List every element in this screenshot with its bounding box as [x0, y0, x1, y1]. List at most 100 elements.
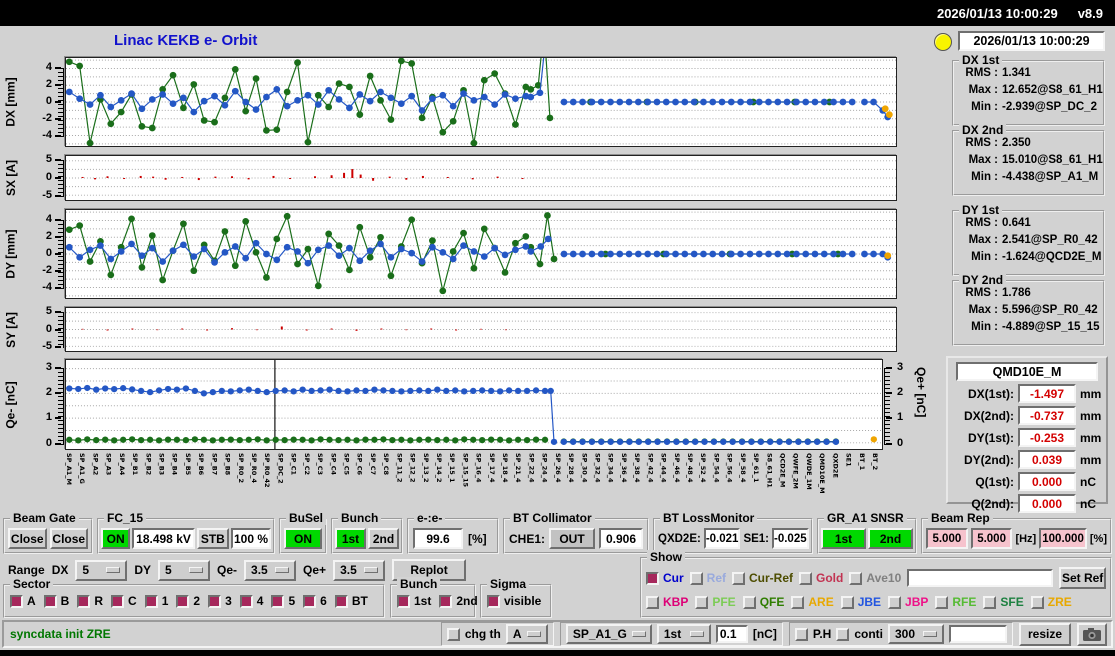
stat-row: RMS : 1.786 — [958, 287, 1101, 299]
show-checkbox-gold[interactable] — [799, 571, 813, 585]
dropdown-glyph — [364, 567, 379, 573]
sector-checkbox-4[interactable] — [239, 594, 253, 608]
stat-row-value: -2.939@SP_DC_2 — [1002, 101, 1097, 113]
bunch-dropdown[interactable]: 1st — [656, 624, 711, 644]
bunch-view-checkbox-1st[interactable] — [397, 594, 410, 608]
sector-checkbox-6[interactable] — [303, 594, 317, 608]
beam-gate-close2-button[interactable]: Close — [49, 528, 88, 549]
sector-item-4: 4 — [239, 594, 263, 608]
show-checkbox-rfe[interactable] — [935, 595, 949, 609]
fc15-stb-button[interactable]: STB — [196, 528, 229, 549]
ylabel-dy: DY [mm] — [0, 209, 22, 299]
ytick-dy: 4 — [45, 212, 52, 225]
ph-checkbox[interactable] — [794, 627, 808, 641]
stat-group-dx-2nd: DX 2nd RMS : 2.350 Max : 15.010@S8_61_H1 Min … — [952, 123, 1105, 196]
chg-th-checkbox[interactable] — [446, 627, 460, 641]
range-qe--dropdown[interactable]: 3.5 — [244, 559, 297, 581]
show-checkbox-pfe[interactable] — [695, 595, 709, 609]
show-checkbox-cur[interactable] — [646, 571, 659, 585]
fc15-title: FC_15 — [104, 511, 147, 525]
beam-gate-close1-button[interactable]: Close — [8, 528, 47, 549]
resize-button[interactable]: resize — [1019, 622, 1071, 646]
sigma-visible-checkbox[interactable] — [487, 594, 500, 608]
bt-collimator-title: BT Collimator — [510, 511, 595, 525]
che1-label: CHE1: — [509, 531, 546, 546]
sector-checkbox-bt[interactable] — [334, 594, 348, 608]
bpm-label: SP_B5 — [183, 453, 192, 476]
sector-checkbox-a[interactable] — [10, 594, 23, 608]
sector-checkbox-2[interactable] — [176, 594, 190, 608]
show-label: Ave10 — [866, 571, 902, 585]
show-checkbox-ave10[interactable] — [849, 571, 863, 585]
sector-checkbox-c[interactable] — [111, 594, 125, 608]
monitor-row: Q(1st): 0.000 nC — [952, 472, 1102, 491]
yaxis-right-line — [884, 367, 885, 445]
bunch-2nd-button[interactable]: 2nd — [368, 528, 399, 549]
bars-sy — [81, 326, 507, 331]
sector-checkbox-5[interactable] — [271, 594, 285, 608]
ref-name-input[interactable] — [907, 569, 1054, 587]
stat-row-value: -4.889@SP_15_15 — [1002, 321, 1100, 333]
gr-snsr-1st-button[interactable]: 1st — [821, 528, 866, 549]
sector-label: 3 — [225, 594, 232, 608]
show-checkbox-are[interactable] — [791, 595, 805, 609]
conti-checkbox[interactable] — [836, 627, 850, 641]
fc15-on-indicator[interactable]: ON — [101, 528, 131, 549]
bpm-label: SP_C5 — [342, 453, 351, 475]
yaxis-line — [63, 311, 64, 349]
show-checkbox-zre[interactable] — [1030, 595, 1044, 609]
gr-snsr-2nd-button[interactable]: 2nd — [868, 528, 913, 549]
dropdown-value: 3.5 — [340, 563, 357, 577]
monitor-row-value: 0.000 — [1018, 494, 1076, 513]
che1-out-button[interactable]: OUT — [549, 528, 596, 549]
range-dy-dropdown[interactable]: 5 — [158, 559, 211, 581]
ytick-right-qe: 2 — [897, 386, 904, 399]
show-checkbox-sfe[interactable] — [983, 595, 997, 609]
clock-field: 2026/01/13 10:00:29 — [958, 31, 1105, 51]
sector-checkbox-b[interactable] — [43, 594, 57, 608]
stat-group-title: DY 1st — [959, 203, 1003, 217]
set-ref-button[interactable]: Set Ref — [1059, 567, 1106, 589]
sector-checkbox-r[interactable] — [77, 594, 91, 608]
sector-checkbox-3[interactable] — [208, 594, 222, 608]
screenshot-button[interactable] — [1077, 622, 1107, 646]
range-qe+-label: Qe+ — [303, 563, 327, 577]
show-checkbox-qfe[interactable] — [742, 595, 756, 609]
sector-title: Sector — [10, 577, 54, 591]
thresh-group-dropdown[interactable]: A — [505, 624, 548, 644]
bunch-1st-button[interactable]: 1st — [335, 528, 366, 549]
bpm-label: SP_B7 — [210, 453, 219, 476]
interval-input[interactable] — [949, 625, 1007, 643]
bpm-dropdown[interactable]: SP_A1_G — [565, 624, 652, 644]
show-checkbox-kbp[interactable] — [646, 595, 659, 609]
stat-group-title: DY 2nd — [959, 273, 1007, 287]
monitor-row-value: -0.737 — [1018, 406, 1076, 425]
sector-item-3: 3 — [208, 594, 232, 608]
conti-label: conti — [854, 627, 883, 641]
interval-dropdown[interactable]: 300 — [888, 624, 944, 644]
monitor-row: DY(2nd): 0.039 mm — [952, 450, 1102, 469]
stat-row: Min : -4.438@SP_A1_M — [958, 171, 1101, 183]
show-checkbox-jbp[interactable] — [888, 595, 902, 609]
show-checkbox-cur-ref[interactable] — [732, 571, 746, 585]
bunch-view-checkbox-2nd[interactable] — [439, 594, 453, 608]
bpm-label: SP_B8 — [223, 453, 232, 476]
ytick-dy: 2 — [45, 229, 52, 242]
range-dx-dropdown[interactable]: 5 — [75, 559, 128, 581]
bpm-label: SP_24_4 — [540, 453, 549, 483]
show-checkbox-ref[interactable] — [689, 571, 703, 585]
monitor-row-value: 0.039 — [1018, 450, 1076, 469]
sector-label: A — [27, 594, 36, 608]
show-checkbox-jbe[interactable] — [840, 595, 854, 609]
stat-row: Min : -2.939@SP_DC_2 — [958, 101, 1101, 113]
busel-on-indicator[interactable]: ON — [284, 528, 322, 549]
stat-row-label: RMS : — [965, 137, 998, 149]
dropdown-glyph — [631, 631, 646, 637]
sector-item-5: 5 — [271, 594, 295, 608]
sector-label: R — [94, 594, 104, 608]
threshold-input[interactable] — [715, 625, 748, 643]
sector-checkbox-1[interactable] — [144, 594, 158, 608]
stat-row-value: 12.652@S8_61_H1 — [1002, 84, 1103, 96]
range-qe+-dropdown[interactable]: 3.5 — [333, 559, 386, 581]
ee-ratio-group: e-:e- 99.6 [%] — [407, 511, 499, 554]
